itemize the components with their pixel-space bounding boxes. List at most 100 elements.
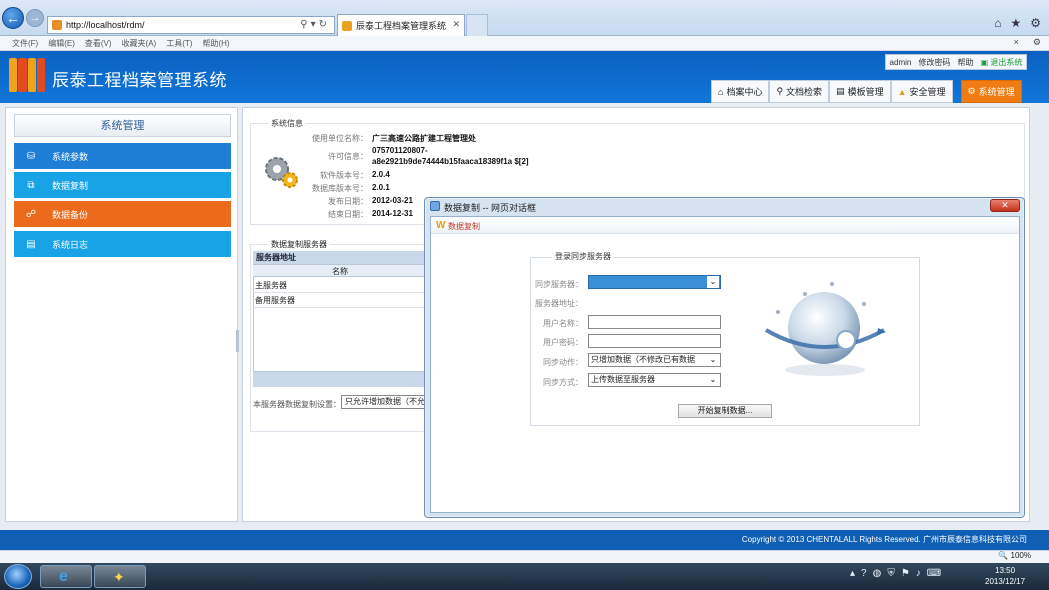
sysinfo-value: 2.0.1 [372,183,390,192]
sidebar-item-data-replication[interactable]: ⧉ 数据复制 [14,172,231,198]
user-bar: admin 修改密码 帮助 ▣ 退出系统 [885,54,1027,70]
nav-label: 安全管理 [909,87,946,97]
sync-server-select[interactable]: ⌄ [588,275,721,289]
search-icon: ⚲ [776,86,784,96]
sidebar-item-data-backup[interactable]: ☍ 数据备份 [14,201,231,227]
replication-setting-select[interactable]: 只允许增加数据（不允 [341,395,429,409]
sync-mode-select[interactable]: 上传数据至服务器 ⌄ [588,373,721,387]
sysinfo-legend: 系统信息 [268,118,306,129]
network-icon[interactable]: ◍ [873,568,882,579]
nav-security-mgmt[interactable]: ▲ 安全管理 [890,80,953,103]
menu-file[interactable]: 文件(F) [12,38,38,49]
browser-statusbar [0,550,1049,563]
field-label: 服务器地址： [535,299,583,308]
logout-link[interactable]: ▣ 退出系统 [981,57,1023,68]
nav-doc-search[interactable]: ⚲ 文档检索 [769,80,830,103]
password-input[interactable] [588,334,721,348]
home-icon: ⌂ [718,86,724,97]
taskbar-ie-button[interactable]: e [40,565,92,588]
change-password-link[interactable]: 修改密码 [918,57,950,68]
field-label: 用户密码： [543,338,583,347]
params-icon: ⛁ [26,150,36,162]
globe-network-icon [764,282,886,376]
forward-icon[interactable]: → [26,9,44,27]
dialog-title: 数据复制 -- 网页对话框 [444,203,536,213]
shield-icon[interactable]: ⛨ [887,568,895,579]
sysinfo-value: 075701120807- [372,146,428,155]
new-tab-button[interactable] [466,14,488,36]
sidebar-item-system-log[interactable]: ▤ 系统日志 [14,231,231,257]
menu-favorites[interactable]: 收藏夹(A) [122,38,157,49]
server-table-title: 服务器地址 [253,251,427,264]
tab-title: 辰泰工程档案管理系统 [356,21,447,31]
close-icon[interactable]: × [1014,37,1019,48]
column-header-name: 名称 [253,264,427,277]
nav-label: 模板管理 [847,87,884,97]
nav-system-mgmt[interactable]: ⚙ 系统管理 [960,80,1022,103]
lock-icon: ▲ [897,86,907,97]
browser-icons: ⌂ ★ ⚙ [994,16,1041,30]
select-value: 上传数据至服务器 [591,375,655,384]
splitter-handle[interactable] [236,330,239,352]
home-icon[interactable]: ⌂ [994,16,1001,30]
users-icon: ☍ [25,208,37,220]
start-replication-button[interactable]: 开始复制数据... [678,404,772,418]
sidebar-item-label: 系统日志 [52,239,89,250]
start-button[interactable] [4,564,32,589]
sidebar-item-system-params[interactable]: ⛁ 系统参数 [14,143,231,169]
menu-edit[interactable]: 编辑(E) [48,38,75,49]
settings-gear-icon [265,157,298,188]
sidebar-item-label: 系统参数 [52,151,89,162]
top-nav: ⌂ 档案中心 ⚲ 文档检索 ▤ 模板管理 ▲ 安全管理 ⚙ 系统管理 [711,80,1022,103]
replication-legend: 数据复制服务器 [268,239,330,250]
sync-action-select[interactable]: 只增加数据（不修改已有数据 ⌄ [588,353,721,367]
log-icon: ▤ [26,238,36,250]
menu-view[interactable]: 查看(V) [85,38,112,49]
favorites-icon[interactable]: ★ [1010,16,1021,30]
address-controls[interactable]: ⚲▾↻ [300,19,330,30]
logo-icon [9,58,45,92]
clock[interactable]: 13:50 2013/12/17 [985,565,1025,587]
flag-icon[interactable]: ⚑ [901,568,910,579]
clock-time: 13:50 [995,566,1016,575]
address-bar[interactable]: http://localhost/rdm/ ⚲▾↻ [47,16,335,34]
zoom-level[interactable]: 🔍 100% [998,551,1031,560]
field-label: 同步方式： [543,378,583,387]
chevron-down-icon: ⌄ [707,374,719,386]
login-sync-legend: 登录同步服务器 [552,251,614,262]
nav-template-mgmt[interactable]: ▤ 模板管理 [829,80,891,103]
replication-setting-label: 本服务器数据复制设置： [253,400,341,409]
taskbar-app-button[interactable]: ✦ [94,565,146,588]
help-link[interactable]: 帮助 [958,57,974,68]
logout-icon: ▣ [980,57,989,67]
select-value: 只增加数据（不修改已有数据 [591,355,695,364]
menu-bar: 文件(F) 编辑(E) 查看(V) 收藏夹(A) 工具(T) 帮助(H) × ⚙ [0,36,1049,51]
url-text[interactable]: http://localhost/rdm/ [66,20,145,30]
menu-help[interactable]: 帮助(H) [202,38,229,49]
chevron-down-icon: ⌄ [707,276,719,288]
username-input[interactable] [588,315,721,329]
volume-icon[interactable]: ♪ [916,568,921,579]
sysinfo-value: 2014-12-31 [372,209,413,218]
menu-tools[interactable]: 工具(T) [166,38,192,49]
table-row[interactable]: 主服务器 [253,279,427,293]
lang-icon[interactable]: ⌨ [927,568,941,579]
template-icon: ▤ [836,86,845,96]
back-icon[interactable]: ← [2,7,24,29]
addon-icon[interactable]: ⚙ [1033,37,1041,48]
sidebar [5,107,238,522]
help-icon[interactable]: ? [861,568,867,579]
table-row[interactable]: 备用服务器 [253,294,427,308]
ie-icon: e [59,568,68,585]
tray-icon[interactable]: ▴ [850,568,855,579]
chevron-down-icon: ⌄ [707,354,719,366]
browser-tab[interactable]: 辰泰工程档案管理系统 ✕ [337,14,465,36]
menu-right-icons: × ⚙ [1014,37,1041,48]
tab-favicon-icon [342,20,352,31]
tab-close-icon[interactable]: ✕ [452,19,460,30]
dialog-page-icon [430,201,440,211]
tools-icon[interactable]: ⚙ [1030,16,1041,30]
dialog-close-button[interactable]: ✕ [990,199,1020,212]
logout-label: 退出系统 [990,57,1023,67]
nav-archive-center[interactable]: ⌂ 档案中心 [711,80,770,103]
